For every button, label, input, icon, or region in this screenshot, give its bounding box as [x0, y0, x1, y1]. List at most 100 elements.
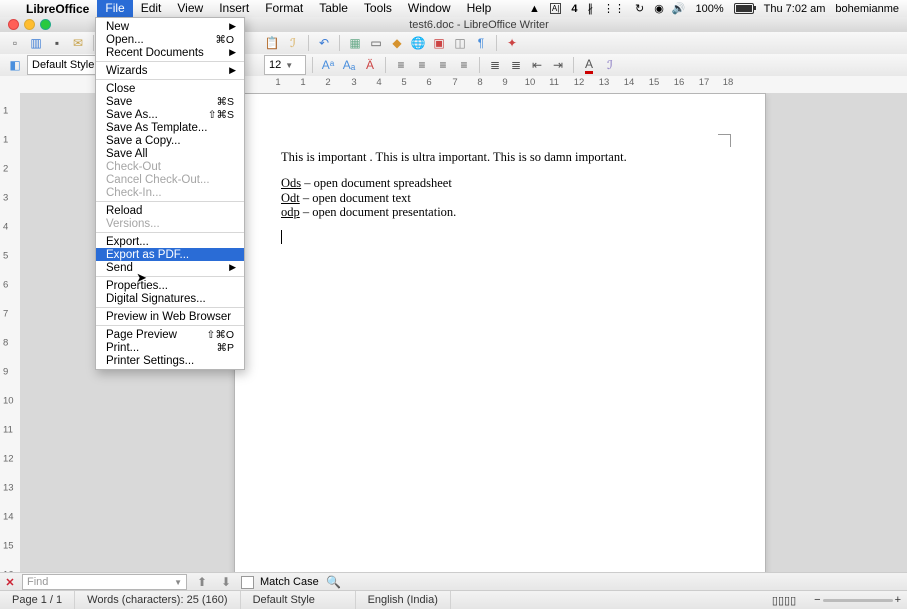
menu-item-save[interactable]: Save⌘S — [96, 95, 244, 108]
styles-icon[interactable]: ◧ — [6, 56, 24, 74]
save-icon[interactable]: ▪ — [48, 34, 66, 52]
bang-icon[interactable]: 4 — [571, 3, 577, 15]
menu-item-check-in: Check-In... — [96, 186, 244, 199]
gdrive-icon[interactable]: ▲ — [529, 3, 540, 15]
find-input[interactable]: Find ▼ — [22, 574, 187, 590]
find-all-icon[interactable]: 🔍 — [325, 573, 343, 591]
subscript-icon[interactable]: Aₐ — [340, 56, 358, 74]
matchcase-checkbox[interactable] — [241, 576, 254, 589]
new-doc-icon[interactable]: ▫ — [6, 34, 24, 52]
menu-item-shortcut: ⌘S — [216, 96, 234, 108]
volume-icon[interactable]: 🔊 — [672, 2, 686, 15]
email-icon[interactable]: ✉ — [69, 34, 87, 52]
wifi-icon[interactable]: ⋮⋮ — [603, 2, 625, 15]
menu-item-page-preview[interactable]: Page Preview⇧⌘O — [96, 328, 244, 341]
menu-item-print[interactable]: Print...⌘P — [96, 341, 244, 354]
find-prev-icon[interactable]: ⬆ — [193, 573, 211, 591]
format-paint-icon[interactable]: ℐ — [284, 34, 302, 52]
app-name[interactable]: LibreOffice — [18, 2, 97, 16]
font-size-combo[interactable]: 12 ▼ — [264, 55, 306, 75]
menu-help[interactable]: Help — [459, 0, 500, 17]
paste-icon[interactable]: 📋 — [263, 34, 281, 52]
view-mode-icons[interactable]: ▯▯▯▯ — [760, 591, 808, 609]
status-lang[interactable]: English (India) — [356, 591, 451, 609]
document-text[interactable]: This is important . This is ultra import… — [281, 150, 705, 244]
zoom-slider[interactable]: − + — [808, 594, 907, 606]
align-center-icon[interactable]: ≡ — [413, 56, 431, 74]
menu-item-recent-documents[interactable]: Recent Documents▶ — [96, 46, 244, 59]
align-left-icon[interactable]: ≡ — [392, 56, 410, 74]
status-style[interactable]: Default Style — [241, 591, 356, 609]
menu-item-digital-signatures[interactable]: Digital Signatures... — [96, 292, 244, 305]
mac-menubar: LibreOffice File Edit View Insert Format… — [0, 0, 907, 18]
paragraph-style-combo[interactable]: Default Style — [27, 55, 103, 75]
menu-window[interactable]: Window — [400, 0, 459, 17]
gallery-icon[interactable]: ▣ — [430, 34, 448, 52]
bluetooth-icon[interactable]: ∦ — [587, 2, 593, 15]
zoom-in-icon[interactable]: + — [895, 594, 901, 606]
hyperlink-icon[interactable]: 🌐 — [409, 34, 427, 52]
zoom-window-button[interactable] — [40, 19, 51, 30]
clock[interactable]: Thu 7:02 am — [764, 3, 826, 15]
menu-item-properties[interactable]: Properties... — [96, 279, 244, 292]
menu-item-save-all[interactable]: Save All — [96, 147, 244, 160]
open-icon[interactable]: ▥ — [27, 34, 45, 52]
user-name[interactable]: bohemianme — [835, 3, 899, 15]
menu-view[interactable]: View — [169, 0, 211, 17]
vertical-ruler[interactable]: 112345678910111213141516 — [0, 93, 21, 573]
bullets-icon[interactable]: ≣ — [507, 56, 525, 74]
status-words[interactable]: Words (characters): 25 (160) — [75, 591, 240, 609]
menu-item-preview-in-web-browser[interactable]: Preview in Web Browser — [96, 310, 244, 323]
menu-item-save-as[interactable]: Save As...⇧⌘S — [96, 108, 244, 121]
ruler-number: 14 — [624, 77, 635, 88]
superscript-icon[interactable]: Aᵃ — [319, 56, 337, 74]
undo-icon[interactable]: ↶ — [315, 34, 333, 52]
menu-item-reload[interactable]: Reload — [96, 204, 244, 217]
nav-icon[interactable]: ◆ — [388, 34, 406, 52]
battery-text[interactable]: 100% — [696, 3, 724, 15]
indent-dec-icon[interactable]: ⇤ — [528, 56, 546, 74]
menu-item-printer-settings[interactable]: Printer Settings... — [96, 354, 244, 367]
menu-tools[interactable]: Tools — [356, 0, 400, 17]
zoom-fit-icon[interactable]: ✦ — [503, 34, 521, 52]
datasource-icon[interactable]: ◫ — [451, 34, 469, 52]
menu-item-wizards[interactable]: Wizards▶ — [96, 64, 244, 77]
find-next-icon[interactable]: ⬇ — [217, 573, 235, 591]
menu-table[interactable]: Table — [311, 0, 356, 17]
menu-file[interactable]: File — [97, 0, 132, 17]
minimize-window-button[interactable] — [24, 19, 35, 30]
zoom-out-icon[interactable]: − — [814, 594, 820, 606]
indent-inc-icon[interactable]: ⇥ — [549, 56, 567, 74]
close-window-button[interactable] — [8, 19, 19, 30]
numbering-icon[interactable]: ≣ — [486, 56, 504, 74]
menu-item-save-as-template[interactable]: Save As Template... — [96, 121, 244, 134]
align-right-icon[interactable]: ≡ — [434, 56, 452, 74]
charmap-icon[interactable]: Ä — [361, 56, 379, 74]
battery-icon[interactable] — [734, 3, 754, 14]
page[interactable]: This is important . This is ultra import… — [234, 93, 766, 573]
menu-item-new[interactable]: New▶ — [96, 20, 244, 33]
menu-insert[interactable]: Insert — [211, 0, 257, 17]
menu-item-export[interactable]: Export... — [96, 235, 244, 248]
time-machine-icon[interactable]: ↻ — [635, 2, 644, 15]
menu-item-save-a-copy[interactable]: Save a Copy... — [96, 134, 244, 147]
wifi-signal-icon[interactable]: ◉ — [654, 2, 662, 15]
menu-item-open[interactable]: Open...⌘O — [96, 33, 244, 46]
nonprint-icon[interactable]: ¶ — [472, 34, 490, 52]
menu-item-close[interactable]: Close — [96, 82, 244, 95]
status-page[interactable]: Page 1 / 1 — [0, 591, 75, 609]
menu-item-send[interactable]: Send▶ — [96, 261, 244, 274]
highlight-icon[interactable]: ℐ — [601, 56, 619, 74]
menu-item-check-out: Check-Out — [96, 160, 244, 173]
rect-icon[interactable]: ▭ — [367, 34, 385, 52]
font-color-icon[interactable]: A — [580, 56, 598, 74]
ruler-number: 10 — [525, 77, 536, 88]
table-icon[interactable]: ▦ — [346, 34, 364, 52]
zoom-track[interactable] — [823, 599, 893, 602]
menu-edit[interactable]: Edit — [133, 0, 170, 17]
adobe-icon[interactable]: A| — [550, 3, 561, 14]
menu-format[interactable]: Format — [257, 0, 311, 17]
close-findbar-button[interactable]: ✕ — [4, 576, 16, 589]
menu-item-export-as-pdf[interactable]: Export as PDF... — [96, 248, 244, 261]
align-justify-icon[interactable]: ≡ — [455, 56, 473, 74]
